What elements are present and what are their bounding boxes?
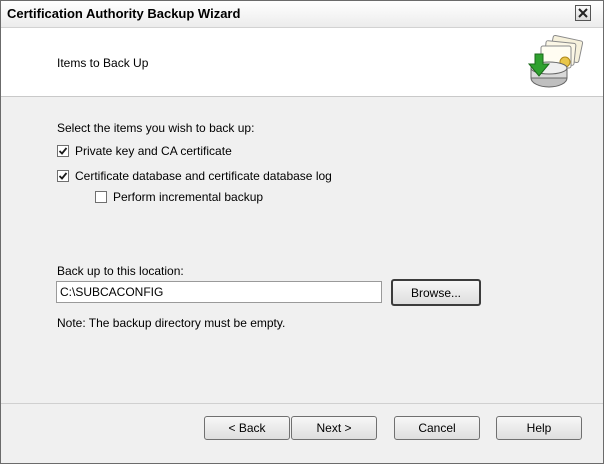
wizard-header: Items to Back Up bbox=[1, 28, 603, 97]
wizard-window: Certification Authority Backup Wizard It… bbox=[0, 0, 604, 464]
private-key-label: Private key and CA certificate bbox=[75, 144, 232, 158]
certificate-database-option[interactable]: Certificate database and certificate dat… bbox=[57, 169, 332, 183]
checkmark-icon bbox=[58, 147, 68, 155]
private-key-checkbox[interactable] bbox=[57, 145, 69, 157]
footer-divider bbox=[1, 403, 603, 404]
cancel-button[interactable]: Cancel bbox=[394, 416, 480, 440]
certificate-database-checkbox[interactable] bbox=[57, 170, 69, 182]
incremental-backup-checkbox[interactable] bbox=[95, 191, 107, 203]
next-button[interactable]: Next > bbox=[291, 416, 377, 440]
close-button[interactable] bbox=[575, 5, 591, 21]
incremental-backup-label: Perform incremental backup bbox=[113, 190, 264, 204]
wizard-body: Select the items you wish to back up: Pr… bbox=[1, 97, 603, 403]
private-key-option[interactable]: Private key and CA certificate bbox=[57, 144, 232, 158]
back-button[interactable]: < Back bbox=[204, 416, 290, 440]
close-icon bbox=[578, 8, 588, 18]
browse-button[interactable]: Browse... bbox=[391, 279, 481, 306]
title-bar: Certification Authority Backup Wizard bbox=[1, 1, 603, 28]
incremental-backup-option[interactable]: Perform incremental backup bbox=[95, 190, 263, 204]
certificate-database-label: Certificate database and certificate dat… bbox=[75, 169, 332, 183]
page-title: Items to Back Up bbox=[57, 56, 149, 70]
backup-location-label: Back up to this location: bbox=[57, 264, 184, 278]
checkmark-icon bbox=[58, 172, 68, 180]
backup-location-input[interactable] bbox=[56, 281, 382, 303]
backup-directory-note: Note: The backup directory must be empty… bbox=[57, 316, 286, 330]
backup-wizard-icon bbox=[527, 34, 584, 88]
select-items-prompt: Select the items you wish to back up: bbox=[57, 121, 255, 135]
window-title: Certification Authority Backup Wizard bbox=[7, 6, 241, 21]
help-button[interactable]: Help bbox=[496, 416, 582, 440]
